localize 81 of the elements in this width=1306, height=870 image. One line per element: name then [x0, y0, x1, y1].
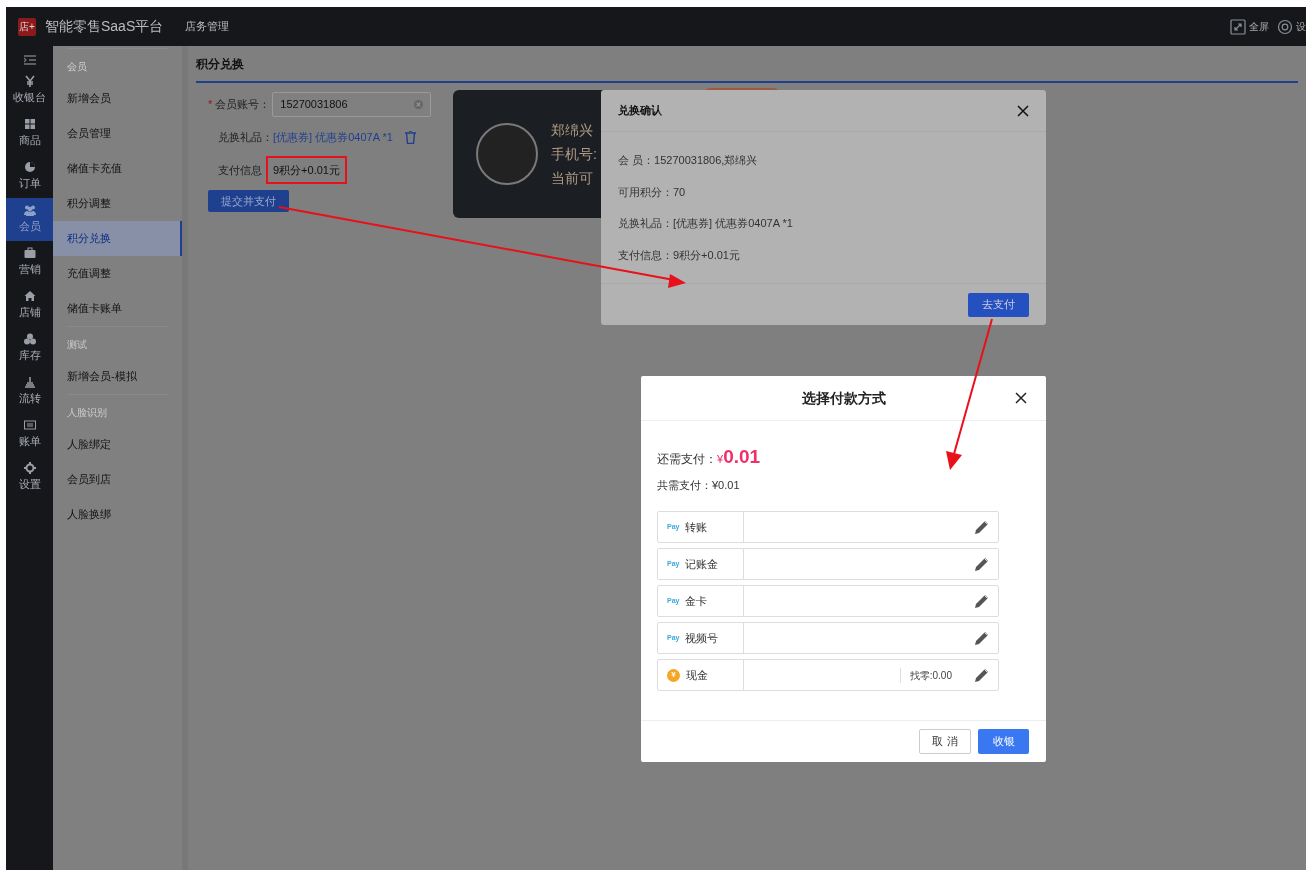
member-phone: 手机号:	[551, 144, 597, 164]
submit-button[interactable]: 提交并支付	[208, 190, 289, 212]
amount-due: 还需支付：¥0.01	[657, 445, 762, 469]
submenu-item[interactable]: 会员到店	[53, 462, 182, 497]
method-label: 视频号	[685, 630, 719, 646]
page-title: 积分兑换	[196, 46, 1298, 83]
group-heading: 会员	[67, 60, 88, 74]
nav-item[interactable]: 店铺	[6, 284, 53, 327]
field-label: 兑换礼品：	[218, 129, 273, 145]
grid-icon	[23, 118, 36, 131]
detail-line: 支付信息：9积分+0.01元	[618, 247, 741, 263]
settings-icon	[1277, 18, 1293, 35]
required-mark: *	[208, 96, 213, 112]
fullscreen-icon	[1230, 18, 1246, 35]
menu-icon[interactable]	[23, 55, 36, 65]
submenu-item[interactable]: 储值卡充值	[53, 151, 182, 186]
total-amount: 共需支付：¥0.01	[657, 477, 741, 493]
detail-line: 会 员：15270031806,郑绵兴	[618, 153, 759, 168]
method-label: 记账金	[685, 556, 719, 572]
users-icon	[23, 204, 36, 217]
collect-button[interactable]: 收银	[978, 729, 1029, 754]
field-label: 支付信息	[218, 162, 262, 178]
pencil-icon[interactable]	[974, 593, 990, 609]
yen-icon	[23, 75, 36, 88]
submenu-item[interactable]: 新增会员	[53, 81, 182, 116]
nav-link[interactable]: 店务管理	[185, 18, 230, 35]
cubes-icon	[23, 333, 36, 346]
stack-icon	[23, 376, 36, 389]
gear-icon	[23, 462, 36, 475]
nav-item[interactable]: 库存	[6, 327, 53, 370]
toolbar-button[interactable]: 设	[1277, 18, 1306, 35]
submenu-item[interactable]: 储值卡账单	[53, 291, 182, 326]
pencil-icon[interactable]	[974, 667, 990, 683]
pencil-icon[interactable]	[974, 519, 990, 535]
submenu-item[interactable]: 人脸换绑	[53, 497, 182, 532]
gift-link[interactable]: [优惠券] 优惠券0407A *1	[273, 128, 393, 146]
submenu-item[interactable]: 人脸绑定	[53, 427, 182, 462]
amount-field[interactable]: 找零:0.00	[744, 660, 998, 690]
dialog-title: 兑换确认	[618, 103, 662, 119]
close-icon[interactable]	[1017, 104, 1029, 117]
payment-info: 9积分+0.01元	[266, 155, 347, 185]
nav-item[interactable]: 订单	[6, 155, 53, 198]
card-icon	[23, 419, 36, 432]
nav-item[interactable]: 营销	[6, 241, 53, 284]
group-heading: 人脸识别	[67, 406, 108, 420]
detail-line: 兑换礼品：[优惠券] 优惠券0407A *1	[618, 216, 794, 231]
pencil-icon[interactable]	[974, 630, 990, 646]
app-title: 智能零售SaaS平台	[45, 17, 164, 36]
trash-icon[interactable]	[404, 130, 416, 144]
nav-item[interactable]: 收银台	[6, 69, 53, 112]
pie-chart-icon	[23, 161, 36, 174]
submenu-item[interactable]: 积分兑换	[53, 221, 182, 256]
nav-item[interactable]: 账单	[6, 413, 53, 456]
method-label: 转账	[685, 519, 708, 535]
method-label: 金卡	[685, 593, 708, 609]
nav-item[interactable]: 商品	[6, 112, 53, 155]
house-icon	[23, 290, 36, 303]
member-name: 郑绵兴	[551, 120, 594, 140]
pay-button[interactable]: 去支付	[968, 292, 1029, 317]
cash-badge: ¥	[667, 668, 680, 682]
toolbar-button[interactable]: 全屏	[1230, 18, 1269, 35]
dialog-title: 选择付款方式	[801, 388, 886, 408]
cancel-button[interactable]: 取 消	[919, 729, 971, 754]
field-label: 会员账号：	[215, 96, 271, 112]
nav-item[interactable]: 流转	[6, 370, 53, 413]
member-points: 当前可	[551, 168, 594, 188]
logo: 店+	[18, 17, 36, 36]
submenu-item[interactable]: 会员管理	[53, 116, 182, 151]
detail-line: 可用积分：70	[618, 184, 687, 200]
submenu-item[interactable]: 新增会员-模拟	[53, 359, 182, 394]
close-icon[interactable]	[1015, 392, 1027, 404]
submenu-item[interactable]: 积分调整	[53, 186, 182, 221]
group-heading: 测试	[67, 338, 88, 352]
briefcase-icon	[23, 247, 36, 260]
method-label: 现金	[686, 667, 708, 683]
nav-item[interactable]: 设置	[6, 456, 53, 499]
submenu-item[interactable]: 充值调整	[53, 256, 182, 291]
account-field[interactable]: 15270031806	[272, 91, 432, 117]
nav-item[interactable]: 会员	[6, 198, 53, 241]
pencil-icon[interactable]	[974, 556, 990, 572]
change-amount: 找零:0.00	[899, 667, 952, 683]
